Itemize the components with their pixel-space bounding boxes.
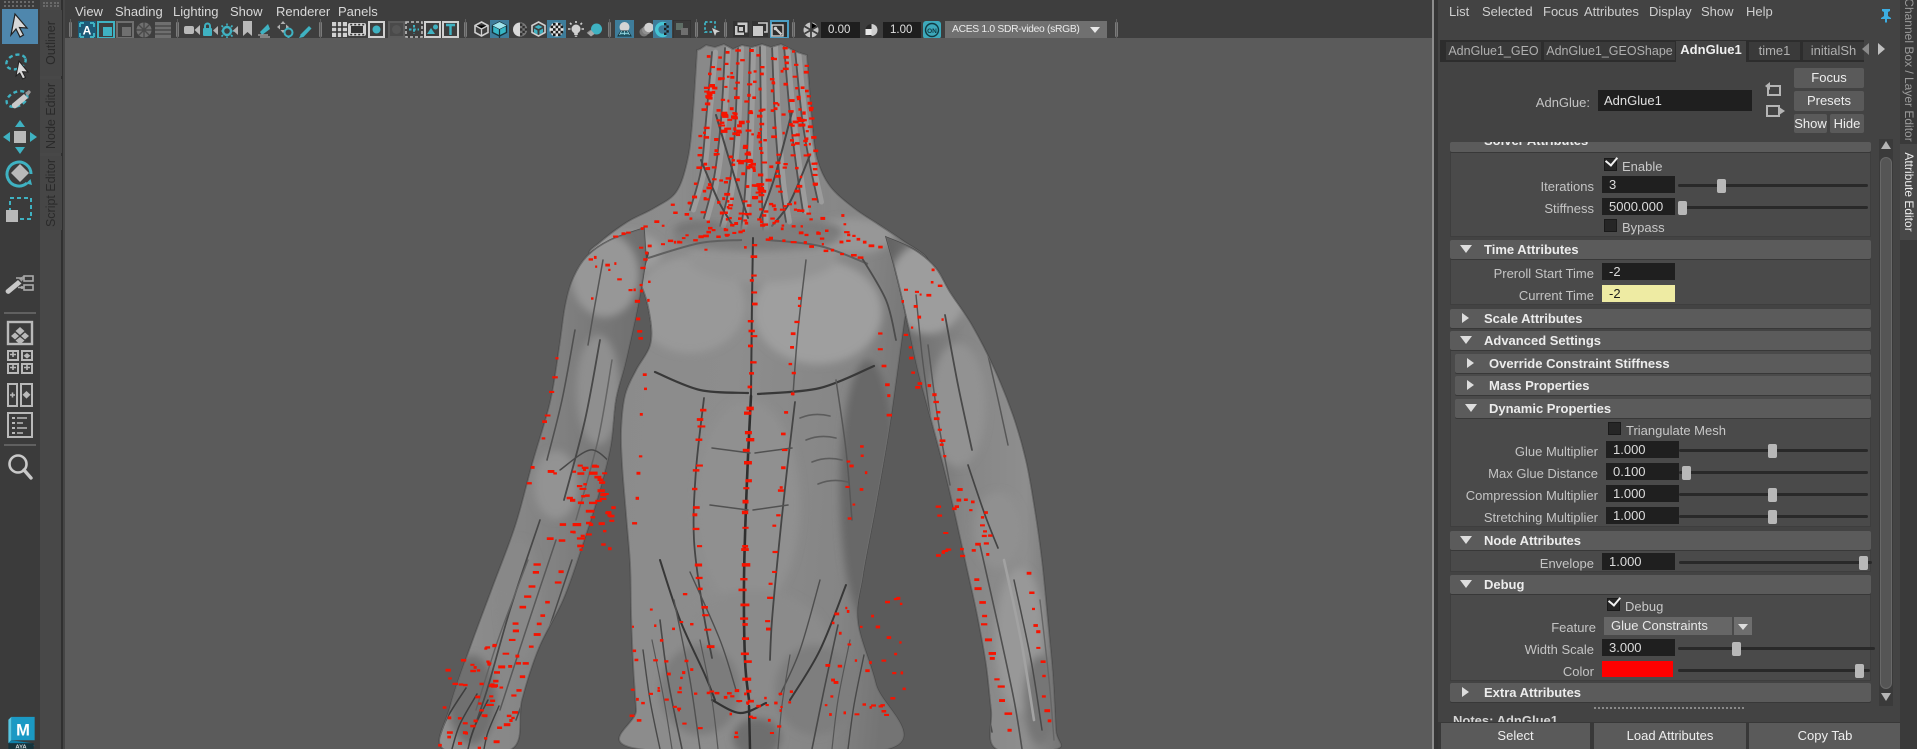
svg-text:A: A	[83, 24, 92, 38]
svg-text:AYA: AYA	[15, 745, 27, 749]
svg-text:ON: ON	[927, 28, 937, 35]
svg-text:M: M	[16, 720, 30, 739]
